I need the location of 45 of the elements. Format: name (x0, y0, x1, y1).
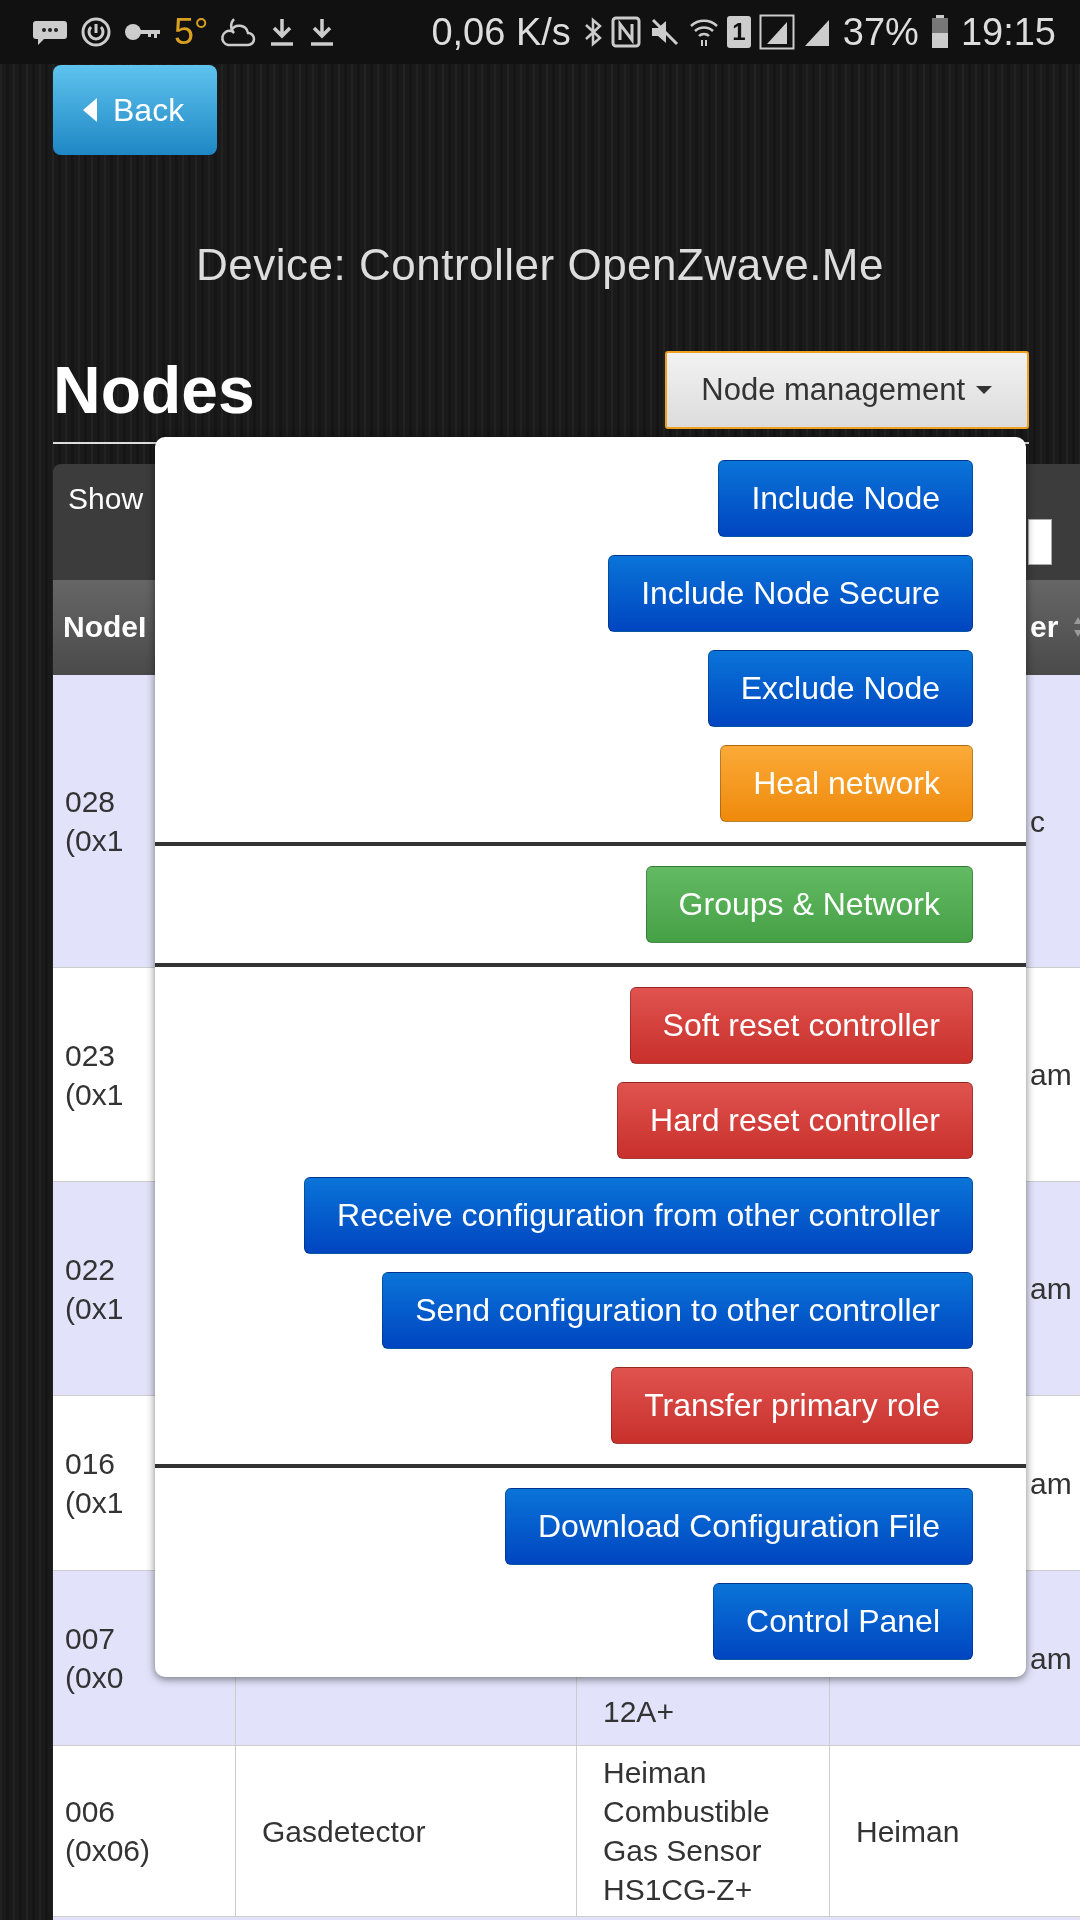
network-speed-text: 0,06 K/s (431, 10, 571, 54)
table-cell-text: 12A+ (603, 1694, 674, 1730)
menu-button[interactable]: Exclude Node (707, 650, 973, 727)
table-cell-text: am (1030, 1271, 1072, 1307)
battery-percent: 37% (842, 10, 919, 54)
table-cell-text: am (1030, 1057, 1072, 1093)
nfc-icon (610, 16, 641, 48)
temperature-text: 5° (174, 11, 209, 53)
menu-button[interactable]: Hard reset controller (617, 1082, 973, 1159)
table-cell-text: Gasdetector (262, 1813, 426, 1850)
battery-icon (930, 15, 949, 49)
menu-button[interactable]: Download Configuration File (505, 1488, 973, 1565)
table-cell-text: 022 (0x1 (65, 1251, 124, 1327)
table-cell-text: Heiman (856, 1813, 960, 1850)
table-cell-text: 016 (0x1 (65, 1446, 124, 1521)
table-cell-text: Heiman Combustible Gas Sensor HS1CG-Z+ (603, 1755, 771, 1908)
back-arrow-icon (81, 96, 99, 124)
node-management-button[interactable]: Node management (665, 351, 1029, 429)
sort-icon[interactable] (1073, 616, 1080, 638)
menu-button[interactable]: Send configuration to other controller (382, 1272, 973, 1349)
show-label: Show (68, 482, 144, 516)
table-cell-text: am (1030, 1640, 1072, 1677)
clock: 19:15 (960, 10, 1056, 54)
nodes-heading: Nodes (53, 352, 255, 428)
menu-button[interactable]: Include Node Secure (608, 555, 973, 632)
signal-icon (758, 14, 795, 50)
table-cell-text: c (1030, 803, 1045, 840)
table-cell-text: 028 (0x1 (65, 784, 124, 859)
sim-badge: 1 (726, 16, 751, 48)
menu-button[interactable]: Receive configuration from other controller (304, 1177, 973, 1254)
menu-button[interactable]: Control Panel (713, 1583, 973, 1660)
column-header[interactable]: NodeI (63, 610, 147, 644)
menu-button[interactable]: Transfer primary role (611, 1367, 973, 1444)
table-cell-text: am (1030, 1465, 1072, 1502)
menu-button[interactable]: Include Node (718, 460, 973, 537)
search-field[interactable] (1028, 519, 1052, 565)
power-icon (80, 16, 112, 48)
menu-button[interactable]: Soft reset controller (629, 987, 973, 1064)
column-header[interactable]: er (1030, 610, 1059, 644)
table-cell-text: 023 (0x1 (65, 1037, 124, 1113)
page-title: Device: Controller OpenZwave.Me (195, 240, 885, 290)
key-icon (124, 22, 162, 42)
table-cell-text: 006 (0x06) (65, 1794, 151, 1869)
caret-icon (975, 385, 993, 395)
table-cell-text: 007 (0x0 (65, 1621, 124, 1696)
